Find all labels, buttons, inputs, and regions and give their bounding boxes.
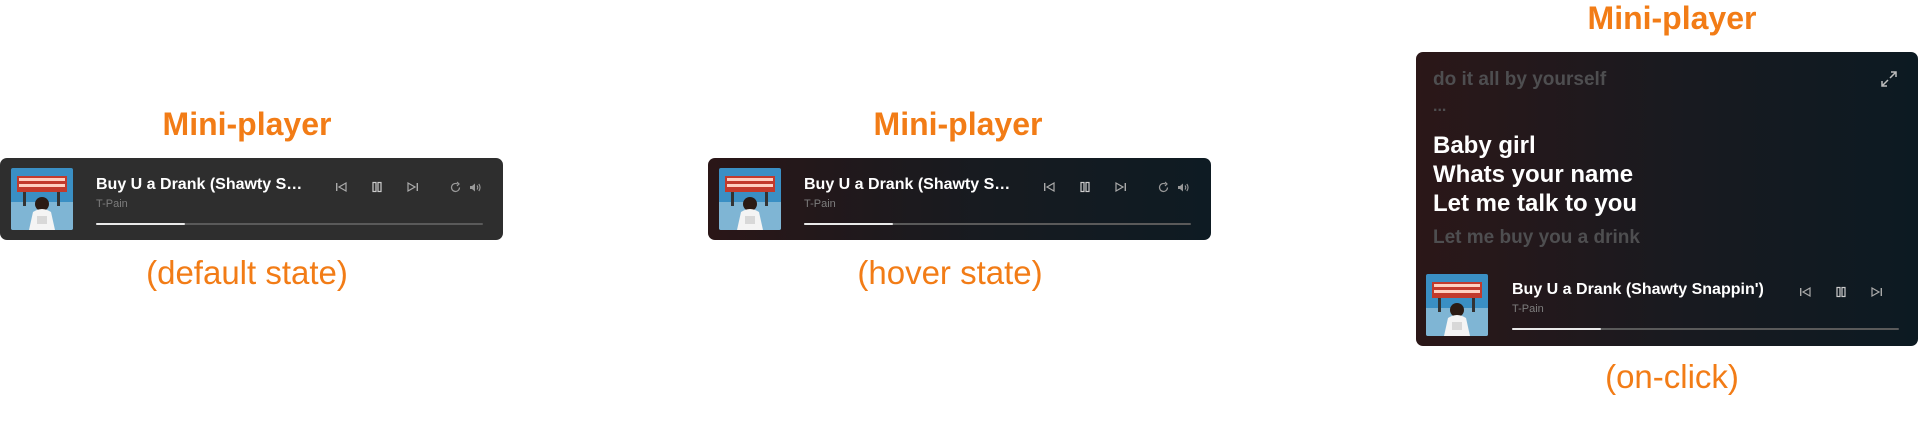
pause-icon <box>372 181 382 193</box>
next-button[interactable] <box>404 178 422 196</box>
progress-bar[interactable] <box>804 223 1191 225</box>
progress-fill <box>804 223 893 225</box>
volume-button[interactable] <box>466 178 484 196</box>
next-button[interactable] <box>1112 178 1130 196</box>
panel-onclick-caption: (on-click) <box>1605 358 1739 395</box>
volume-icon <box>1177 183 1189 191</box>
panel-hover-heading: Mini-player <box>873 106 1043 142</box>
album-art-image <box>1426 274 1488 336</box>
track-artist[interactable]: T-Pain <box>804 198 836 210</box>
pause-button[interactable] <box>1076 178 1094 196</box>
repeat-icon <box>1158 181 1168 192</box>
previous-button[interactable] <box>1796 283 1814 301</box>
skip-next-icon <box>1115 181 1126 193</box>
lyric-line-current[interactable]: Whats your name <box>1433 161 1633 189</box>
skip-next-icon <box>1871 286 1882 298</box>
lyric-line-next[interactable]: Let me buy you a drink <box>1433 227 1640 249</box>
previous-button[interactable] <box>1040 178 1058 196</box>
pause-icon <box>1080 181 1090 193</box>
next-button[interactable] <box>1868 283 1886 301</box>
panel-default-caption: (default state) <box>146 254 348 291</box>
lyric-line-current[interactable]: Baby girl <box>1433 132 1536 160</box>
panel-default-heading: Mini-player <box>162 106 332 142</box>
previous-button[interactable] <box>332 178 350 196</box>
skip-previous-icon <box>1044 181 1055 193</box>
track-title[interactable]: Buy U a Drank (Shawty Sna... <box>96 176 311 194</box>
mini-player-default[interactable]: Buy U a Drank (Shawty Sna... T-Pain <box>0 158 503 240</box>
progress-bar[interactable] <box>96 223 483 225</box>
progress-fill <box>96 223 185 225</box>
skip-next-icon <box>407 181 418 193</box>
album-art-image <box>11 168 73 230</box>
panel-hover-caption: (hover state) <box>857 254 1043 291</box>
track-artist[interactable]: T-Pain <box>96 198 128 210</box>
track-title[interactable]: Buy U a Drank (Shawty Sna... <box>804 176 1019 194</box>
repeat-button[interactable] <box>446 178 464 196</box>
panel-onclick-heading: Mini-player <box>1587 0 1757 36</box>
progress-bar[interactable] <box>1512 328 1899 330</box>
mini-player-hover[interactable]: Buy U a Drank (Shawty Sna... T-Pain <box>708 158 1211 240</box>
lyric-line-previous[interactable]: ... <box>1433 98 1446 116</box>
volume-icon <box>469 183 481 191</box>
track-title[interactable]: Buy U a Drank (Shawty Snappin') <box>1512 281 1782 299</box>
progress-fill <box>1512 328 1601 330</box>
lyric-line-current[interactable]: Let me talk to you <box>1433 190 1637 218</box>
pause-button[interactable] <box>368 178 386 196</box>
album-art[interactable] <box>1426 274 1488 336</box>
expand-icon <box>1881 71 1897 87</box>
pause-button[interactable] <box>1832 283 1850 301</box>
mini-player-expanded[interactable]: do it all by yourself ... Baby girl What… <box>1416 52 1918 346</box>
repeat-icon <box>450 181 460 192</box>
pause-icon <box>1836 286 1846 298</box>
skip-previous-icon <box>1800 286 1811 298</box>
repeat-button[interactable] <box>1154 178 1172 196</box>
volume-button[interactable] <box>1174 178 1192 196</box>
album-art[interactable] <box>11 168 73 230</box>
album-art-image <box>719 168 781 230</box>
skip-previous-icon <box>336 181 347 193</box>
lyric-line-previous[interactable]: do it all by yourself <box>1433 69 1606 91</box>
track-artist[interactable]: T-Pain <box>1512 303 1544 315</box>
album-art[interactable] <box>719 168 781 230</box>
expand-button[interactable] <box>1878 68 1900 90</box>
